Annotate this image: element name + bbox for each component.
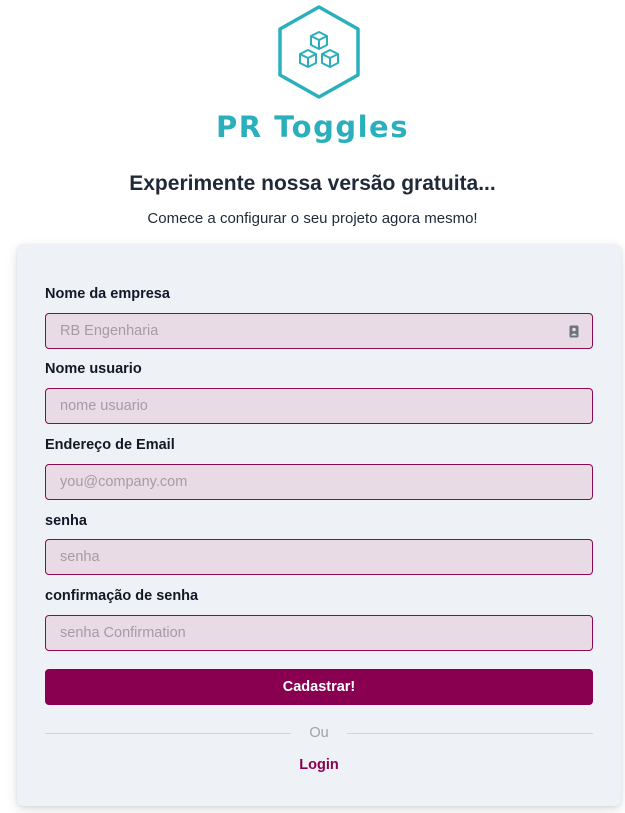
company-input[interactable] [46,314,592,348]
signup-card: Nome da empresa Nome usuario Endereço de… [17,244,621,806]
password-confirm-input[interactable] [46,616,592,650]
username-input[interactable] [46,389,592,423]
username-field[interactable] [45,388,593,424]
company-field[interactable] [45,313,593,349]
email-input[interactable] [46,465,592,499]
login-link[interactable]: Login [17,757,621,773]
page-title: Experimente nossa versão gratuita... [129,172,496,195]
register-button[interactable]: Cadastrar! [45,669,593,705]
company-label: Nome da empresa [45,286,170,302]
page-subtitle: Comece a configurar o seu projeto agora … [147,210,478,227]
password-input[interactable] [46,540,592,574]
brand-name: PR Toggles [216,110,409,144]
password-field[interactable] [45,539,593,575]
email-field[interactable] [45,464,593,500]
cubes-hexagon-icon [278,5,360,99]
password-confirm-label: confirmação de senha [45,588,199,604]
contact-badge-icon [569,325,579,338]
password-label: senha [45,513,87,529]
email-label: Endereço de Email [45,437,175,453]
divider-right [347,733,593,734]
username-label: Nome usuario [45,361,142,377]
password-confirm-field[interactable] [45,615,593,651]
